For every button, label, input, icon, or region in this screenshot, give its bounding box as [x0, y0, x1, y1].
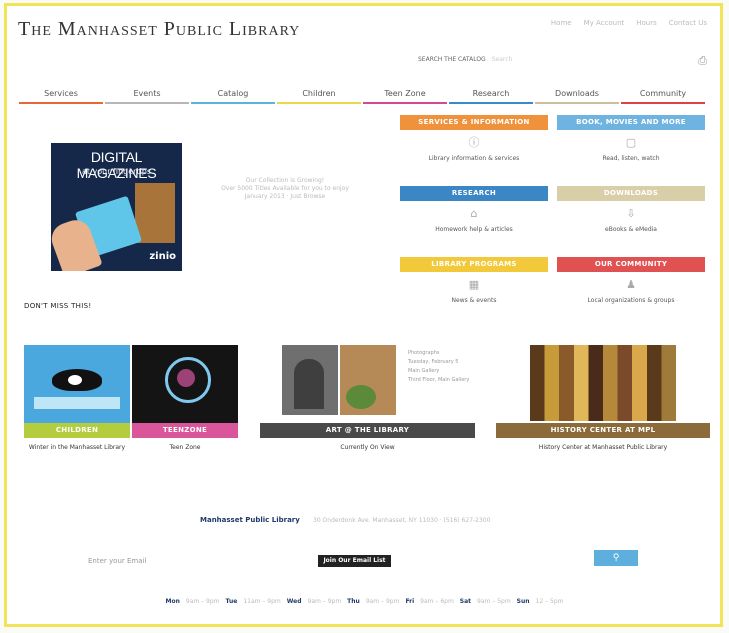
- feature-history[interactable]: HISTORY CENTER AT MPL History Center at …: [496, 345, 710, 452]
- category-services[interactable]: SERVICES & INFORMATION ⓘ Library informa…: [400, 115, 548, 162]
- site-logo[interactable]: The Manhasset Public Library: [18, 18, 300, 41]
- teenzone-image: [132, 345, 238, 423]
- hours-time: 9am – 9pm: [365, 598, 400, 605]
- feature-bar[interactable]: TEENZONE: [132, 423, 238, 438]
- promo-subtitle: at your fingertips: [81, 167, 152, 176]
- email-field[interactable]: Enter your Email: [88, 557, 146, 565]
- top-link-home[interactable]: Home: [551, 19, 572, 27]
- feature-caption[interactable]: Winter in the Manhasset Library: [24, 443, 130, 452]
- search-button[interactable]: ⚲: [594, 550, 638, 566]
- category-caption[interactable]: Local organizations & groups: [557, 297, 705, 304]
- feature-bar[interactable]: HISTORY CENTER AT MPL: [496, 423, 710, 438]
- category-caption[interactable]: Read, listen, watch: [557, 155, 705, 162]
- feature-caption[interactable]: Teen Zone: [132, 443, 238, 452]
- feature-bar[interactable]: ART @ THE LIBRARY: [260, 423, 475, 438]
- hours-day: Sat: [459, 598, 472, 605]
- collection-notice: Our Collection is Growing! Over 5000 Tit…: [200, 177, 370, 201]
- top-link-contact[interactable]: Contact Us: [669, 19, 707, 27]
- hours-day: Thu: [347, 598, 360, 605]
- catalog-search: SEARCH THE CATALOG Search: [418, 56, 512, 63]
- digital-magazines-promo[interactable]: DIGITAL MAGAZINES at your fingertips zin…: [51, 143, 182, 271]
- hours-time: 11am – 9pm: [243, 598, 281, 605]
- category-programs[interactable]: LIBRARY PROGRAMS ▦ News & events: [400, 257, 548, 304]
- category-research[interactable]: RESEARCH ⌂ Homework help & articles: [400, 186, 548, 233]
- calendar-icon: ▦: [468, 278, 480, 291]
- art-text-line: Photographs: [408, 350, 440, 356]
- nav-downloads[interactable]: Downloads: [535, 89, 619, 104]
- children-image: [24, 345, 130, 423]
- community-icon: ♟: [626, 278, 636, 291]
- hours-day: Tue: [225, 598, 238, 605]
- search-label: SEARCH THE CATALOG: [418, 56, 486, 63]
- art-text: Photographs Tuesday, February 5 Main Gal…: [408, 349, 469, 385]
- art-text-line: Main Gallery: [408, 368, 440, 374]
- research-icon: ⌂: [470, 207, 478, 220]
- dont-miss-heading: DON'T MISS THIS!: [24, 302, 92, 310]
- main-nav: Services Events Catalog Children Teen Zo…: [18, 89, 706, 104]
- search-icon: ⚲: [612, 553, 620, 563]
- notice-line: Over 5000 Titles Available for you to en…: [221, 185, 349, 192]
- notice-line: January 2013 · Just Browse: [244, 193, 326, 200]
- hours-day: Sun: [516, 598, 530, 605]
- join-email-list-button[interactable]: Join Our Email List: [318, 555, 391, 567]
- category-bar[interactable]: OUR COMMUNITY: [557, 257, 705, 272]
- hours-time: 12 – 5pm: [535, 598, 564, 605]
- art-text-line: Third Floor, Main Gallery: [408, 377, 470, 383]
- feature-teenzone[interactable]: TEENZONE Teen Zone: [132, 345, 238, 452]
- category-caption[interactable]: eBooks & eMedia: [557, 226, 705, 233]
- hours-day: Fri: [405, 598, 415, 605]
- category-books[interactable]: BOOK, MOVIES AND MORE ▢ Read, listen, wa…: [557, 115, 705, 162]
- search-input[interactable]: Search: [492, 56, 513, 63]
- hours-time: 9am – 5pm: [477, 598, 511, 605]
- top-links: Home My Account Hours Contact Us: [551, 19, 707, 27]
- feature-art[interactable]: Photographs Tuesday, February 5 Main Gal…: [260, 345, 475, 452]
- category-caption[interactable]: Homework help & articles: [400, 226, 548, 233]
- feature-children[interactable]: CHILDREN Winter in the Manhasset Library: [24, 345, 130, 452]
- top-link-account[interactable]: My Account: [584, 19, 625, 27]
- art-image: Photographs Tuesday, February 5 Main Gal…: [260, 345, 475, 423]
- nav-events[interactable]: Events: [105, 89, 189, 104]
- hours-day: Wed: [286, 598, 302, 605]
- notice-line: Our Collection is Growing!: [245, 177, 325, 184]
- category-community[interactable]: OUR COMMUNITY ♟ Local organizations & gr…: [557, 257, 705, 304]
- print-icon[interactable]: ⎙: [698, 54, 707, 68]
- nav-community[interactable]: Community: [621, 89, 705, 104]
- magazine-image: [135, 183, 175, 243]
- nav-services[interactable]: Services: [19, 89, 103, 104]
- book-icon: ▢: [625, 136, 637, 149]
- hours-time: 9am – 6pm: [420, 598, 454, 605]
- history-image: [496, 345, 710, 423]
- library-hours: Mon 9am – 9pm Tue 11am – 9pm Wed 9am – 9pm …: [0, 598, 729, 605]
- feature-caption[interactable]: Currently On View: [260, 443, 475, 452]
- category-downloads[interactable]: DOWNLOADS ⇩ eBooks & eMedia: [557, 186, 705, 233]
- hours-day: Mon: [165, 598, 180, 605]
- promo-title: DIGITAL MAGAZINES: [76, 149, 157, 181]
- zinio-logo: zinio: [149, 251, 176, 262]
- category-caption[interactable]: Library information & services: [400, 155, 548, 162]
- footer-library-name: Manhasset Public Library: [200, 516, 300, 524]
- nav-research[interactable]: Research: [449, 89, 533, 104]
- category-caption[interactable]: News & events: [400, 297, 548, 304]
- nav-teen-zone[interactable]: Teen Zone: [363, 89, 447, 104]
- footer-address: 30 Onderdonk Ave. Manhasset, NY 11030 · …: [313, 517, 491, 524]
- category-bar[interactable]: SERVICES & INFORMATION: [400, 115, 548, 130]
- category-bar[interactable]: DOWNLOADS: [557, 186, 705, 201]
- nav-children[interactable]: Children: [277, 89, 361, 104]
- category-bar[interactable]: RESEARCH: [400, 186, 548, 201]
- hours-time: 9am – 9pm: [307, 598, 342, 605]
- feature-bar[interactable]: CHILDREN: [24, 423, 130, 438]
- category-bar[interactable]: BOOK, MOVIES AND MORE: [557, 115, 705, 130]
- nav-catalog[interactable]: Catalog: [191, 89, 275, 104]
- hours-time: 9am – 9pm: [185, 598, 220, 605]
- feature-caption[interactable]: History Center at Manhasset Public Libra…: [496, 443, 710, 452]
- info-icon: ⓘ: [468, 136, 480, 149]
- download-icon: ⇩: [626, 207, 636, 220]
- art-text-line: Tuesday, February 5: [408, 359, 459, 365]
- category-bar[interactable]: LIBRARY PROGRAMS: [400, 257, 548, 272]
- top-link-hours[interactable]: Hours: [636, 19, 657, 27]
